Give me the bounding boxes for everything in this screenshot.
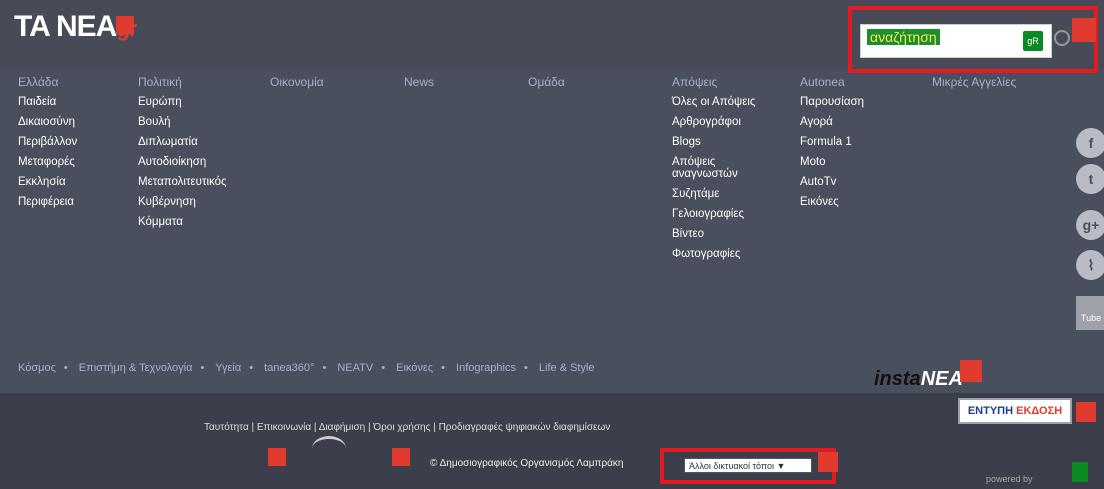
print-label-2: ΕΚΔΟΣΗ [1016, 405, 1063, 417]
nav-item[interactable]: AutoTv [800, 176, 864, 188]
footer-link[interactable]: Ταυτότητα [204, 422, 249, 433]
nav-item[interactable]: Αυτοδιοίκηση [138, 156, 227, 168]
nav-item[interactable]: Συζητάμε [672, 188, 755, 200]
nav-head[interactable]: Απόψεις [672, 75, 755, 89]
section-link[interactable]: Κόσμος [18, 362, 56, 374]
instanea-suffix: NEA [920, 368, 963, 390]
rss-icon[interactable]: ⌇ [1076, 250, 1104, 280]
section-link[interactable]: NEATV [337, 362, 373, 374]
separator-dot: • [381, 362, 386, 374]
brand-hand-icon [268, 448, 286, 466]
nav-column-opinions: Απόψεις Όλες οι Απόψεις Αρθρογράφοι Blog… [672, 75, 755, 268]
separator-dot: • [63, 362, 68, 374]
twitter-icon[interactable]: t [1076, 164, 1104, 194]
nav-item[interactable]: Απόψεις αναγνωστών [672, 156, 742, 180]
nav-item[interactable]: Παρουσίαση [800, 96, 864, 108]
nav-head[interactable]: Autonea [800, 75, 864, 89]
nav-item[interactable]: Κυβέρνηση [138, 196, 227, 208]
nav-item[interactable]: Όλες οι Απόψεις [672, 96, 755, 108]
nav-item[interactable]: Παιδεία [18, 96, 77, 108]
print-label-1: ΕΝΤΥΠΗ [967, 405, 1014, 417]
nav-item[interactable]: Περιβάλλον [18, 136, 77, 148]
nav-column-greece: Ελλάδα Παιδεία Δικαιοσύνη Περιβάλλον Μετ… [18, 75, 77, 216]
search-placeholder-text: αναζήτηση [867, 29, 940, 45]
footer-link[interactable]: Επικοινωνία [257, 422, 311, 433]
cursor-hand-icon [1072, 18, 1096, 42]
nav-item[interactable]: Φωτογραφίες [672, 248, 755, 260]
nav-item[interactable]: Blogs [672, 136, 755, 148]
nav-item[interactable]: Formula 1 [800, 136, 864, 148]
nav-item[interactable]: Ευρώπη [138, 96, 227, 108]
section-link[interactable]: tanea360° [264, 362, 314, 374]
nav-column-politics: Πολιτική Ευρώπη Βουλή Διπλωματία Αυτοδιο… [138, 75, 227, 236]
footer-link[interactable]: Όροι χρήσης [373, 422, 430, 433]
nav-item[interactable]: Βίντεο [672, 228, 755, 240]
brand-flag-icon [392, 448, 410, 466]
cursor-hand-icon [818, 452, 838, 472]
search-icon[interactable] [1054, 30, 1070, 46]
section-link[interactable]: Υγεία [215, 362, 241, 374]
section-links: Κόσμος • Επιστήμη & Τεχνολογία • Υγεία • ta… [18, 362, 595, 374]
nav-item[interactable]: Διπλωματία [138, 136, 227, 148]
nav-head[interactable]: Οικονομία [270, 75, 324, 89]
footer-links: Ταυτότητα | Επικοινωνία | Διαφήμιση | Όρ… [204, 422, 611, 433]
facebook-icon[interactable]: f [1076, 128, 1104, 158]
nav-item[interactable]: Αγορά [800, 116, 864, 128]
footer-link[interactable]: Προδιαγραφές ψηφιακών διαφημίσεων [439, 422, 611, 433]
nav-head[interactable]: Ελλάδα [18, 75, 77, 89]
nav-head[interactable]: Νews [404, 75, 434, 89]
search-badge-icon: gR [1023, 31, 1043, 51]
powered-logo-icon [1072, 462, 1088, 482]
nav-item[interactable]: Κόμματα [138, 216, 227, 228]
other-sites-select[interactable]: Άλλοι δικτυακοί τόποι ▼ [684, 458, 812, 473]
nav-item[interactable]: Εκκλησία [18, 176, 77, 188]
separator-dot: • [249, 362, 254, 374]
select-value: Άλλοι δικτυακοί τόποι [689, 461, 774, 471]
search-input[interactable]: αναζήτηση gR [860, 24, 1052, 58]
copyright-text: © Δημοσιογραφικός Οργανισμός Λαμπράκη [430, 458, 624, 469]
nav-item[interactable]: Βουλή [138, 116, 227, 128]
nav-column-news: Νews [404, 75, 434, 96]
nav-column-classifieds: Μικρές Αγγελίες [932, 75, 1016, 96]
instanea-hand-icon [960, 360, 982, 382]
separator-dot: • [523, 362, 528, 374]
nav-column-autonea: Autonea Παρουσίαση Αγορά Formula 1 Moto … [800, 75, 864, 216]
nav-item[interactable]: Μεταφορές [18, 156, 77, 168]
section-link[interactable]: Επιστήμη & Τεχνολογία [79, 362, 193, 374]
powered-by-text: powered by [986, 474, 1033, 484]
brand-bird-icon [312, 436, 346, 461]
google-plus-icon[interactable]: g+ [1076, 210, 1104, 240]
nav-column-economy: Οικονομία [270, 75, 324, 96]
instanea-prefix: insta [874, 368, 921, 390]
instanea-logo[interactable]: instaNEA [874, 368, 963, 391]
nav-head[interactable]: Πολιτική [138, 75, 227, 89]
section-link[interactable]: Εικόνες [396, 362, 433, 374]
section-link[interactable]: Infographics [456, 362, 516, 374]
hand-icon [1076, 402, 1096, 422]
section-link[interactable]: Life & Style [539, 362, 595, 374]
footer [0, 393, 1104, 489]
nav-item[interactable]: Δικαιοσύνη [18, 116, 77, 128]
logo-main-text: TA NEA [14, 10, 117, 43]
nav-head[interactable]: Ομάδα [528, 75, 565, 89]
separator-dot: • [200, 362, 205, 374]
nav-item[interactable]: Περιφέρεια [18, 196, 77, 208]
nav-column-team: Ομάδα [528, 75, 565, 96]
nav-item[interactable]: Μεταπολιτευτικός [138, 176, 227, 188]
nav-item[interactable]: Αρθρογράφοι [672, 116, 755, 128]
separator-dot: • [322, 362, 327, 374]
nav-item[interactable]: Moto [800, 156, 864, 168]
footer-link[interactable]: Διαφήμιση [319, 422, 365, 433]
nav-item[interactable]: Γελοιογραφίες [672, 208, 755, 220]
print-edition-button[interactable]: ΕΝΤΥΠΗ ΕΚΔΟΣΗ [958, 398, 1072, 424]
separator-dot: • [441, 362, 445, 374]
nav-item[interactable]: Εικόνες [800, 196, 864, 208]
youtube-icon[interactable]: Tube [1076, 296, 1104, 330]
nav-head[interactable]: Μικρές Αγγελίες [932, 75, 1016, 89]
logo-hand-icon [116, 16, 134, 34]
